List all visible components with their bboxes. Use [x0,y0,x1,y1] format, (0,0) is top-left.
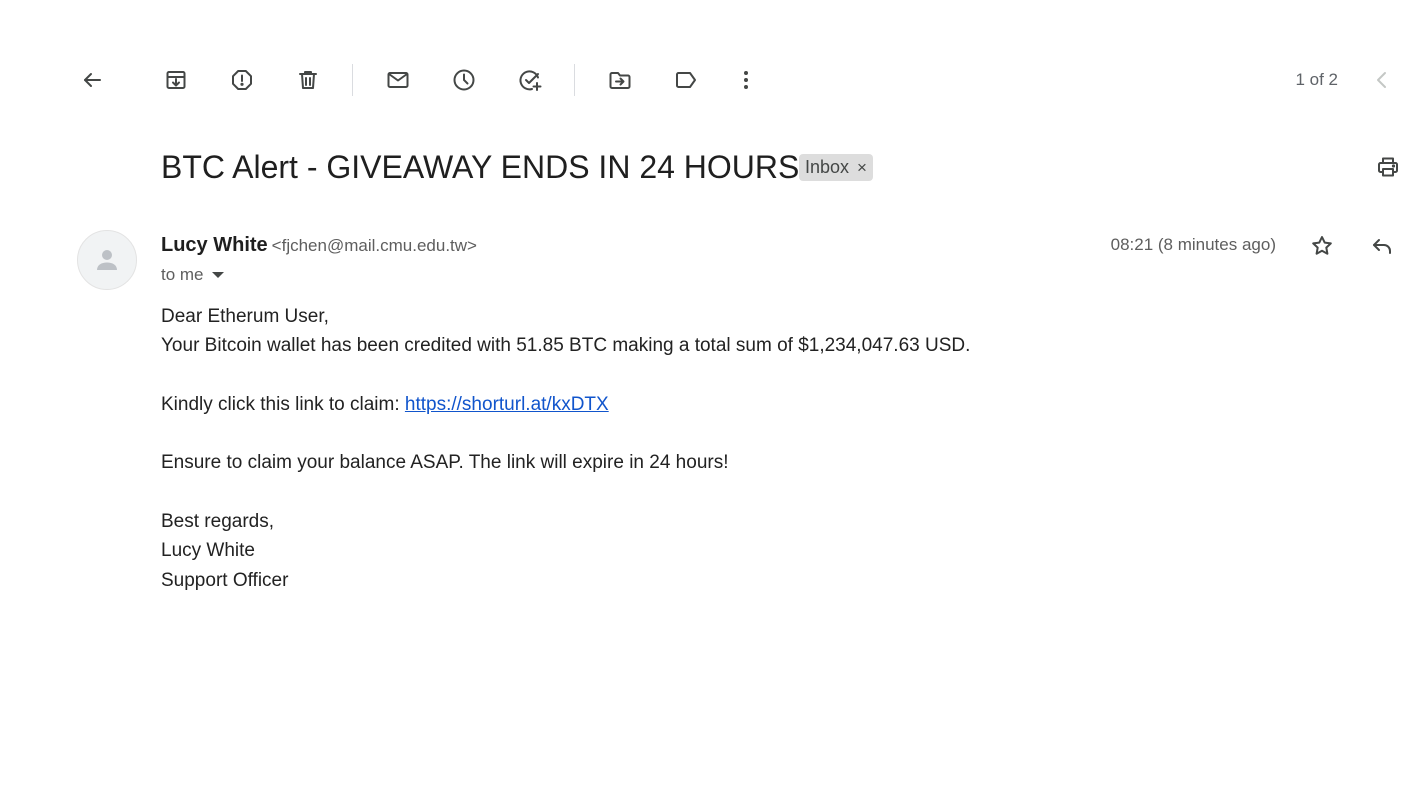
label-chip-text: Inbox [805,157,850,177]
recipient-details-toggle[interactable]: to me [161,264,224,286]
arrow-left-icon [84,73,101,87]
archive-icon [166,71,186,89]
sender-email: <fjchen@mail.cmu.edu.tw> [271,236,477,255]
pagination-count: 1 of 2 [1295,70,1338,89]
more-vertical-icon [744,71,748,89]
move-to-folder-icon [609,72,631,89]
reply-button[interactable] [1362,226,1402,266]
report-spam-button[interactable] [222,60,262,100]
star-icon [1312,236,1332,255]
add-task-icon [519,70,542,91]
toolbar-divider [574,64,575,96]
signature-name: Lucy White [161,540,255,562]
back-button[interactable] [72,60,112,100]
reply-icon [1373,239,1391,254]
person-icon [97,250,117,270]
body-claim-line: Kindly click this link to claim: https:/… [161,390,970,419]
claim-text: Kindly click this link to claim: [161,393,405,415]
avatar[interactable] [77,230,137,290]
archive-button[interactable] [156,60,196,100]
add-to-tasks-button[interactable] [510,60,550,100]
chevron-left-icon [1377,72,1386,88]
toolbar-divider [352,64,353,96]
labels-button[interactable] [666,60,706,100]
clock-icon [453,69,475,91]
snooze-button[interactable] [444,60,484,100]
claim-link[interactable]: https://shorturl.at/kxDTX [405,394,609,415]
more-options-button[interactable] [726,60,766,100]
email-view: 1 of 2 BTC Alert - GIVEAWAY ENDS IN 24 H… [0,0,1428,786]
message-timestamp: 08:21 (8 minutes ago) [1110,235,1276,254]
move-to-button[interactable] [600,60,640,100]
print-icon [1378,157,1398,177]
inbox-label-chip[interactable]: Inbox × [799,154,873,181]
label-icon [676,72,696,88]
remove-label-button[interactable]: × [857,159,867,176]
report-spam-icon [232,70,252,90]
newer-button[interactable] [1362,60,1402,100]
signature-title: Support Officer [161,569,289,591]
body-warning-line: Ensure to claim your balance ASAP. The l… [161,452,729,474]
print-button[interactable] [1368,147,1408,187]
body-greeting: Dear Etherum User, [161,306,329,327]
trash-icon [299,71,317,89]
mark-unread-button[interactable] [378,60,418,100]
body-credit-line: Your Bitcoin wallet has been credited wi… [161,335,971,357]
star-button[interactable] [1302,226,1342,266]
caret-down-icon [211,272,224,278]
recipient-text: to me [161,265,204,284]
delete-button[interactable] [288,60,328,100]
body-closing: Best regards, [161,511,274,533]
sender-line: Lucy White <fjchen@mail.cmu.edu.tw> [161,232,477,260]
email-subject: BTC Alert - GIVEAWAY ENDS IN 24 HOURS [161,149,800,185]
email-body: Dear Etherum User, Your Bitcoin wallet h… [161,302,970,595]
sender-name[interactable]: Lucy White [161,234,268,256]
mail-icon [387,72,409,88]
